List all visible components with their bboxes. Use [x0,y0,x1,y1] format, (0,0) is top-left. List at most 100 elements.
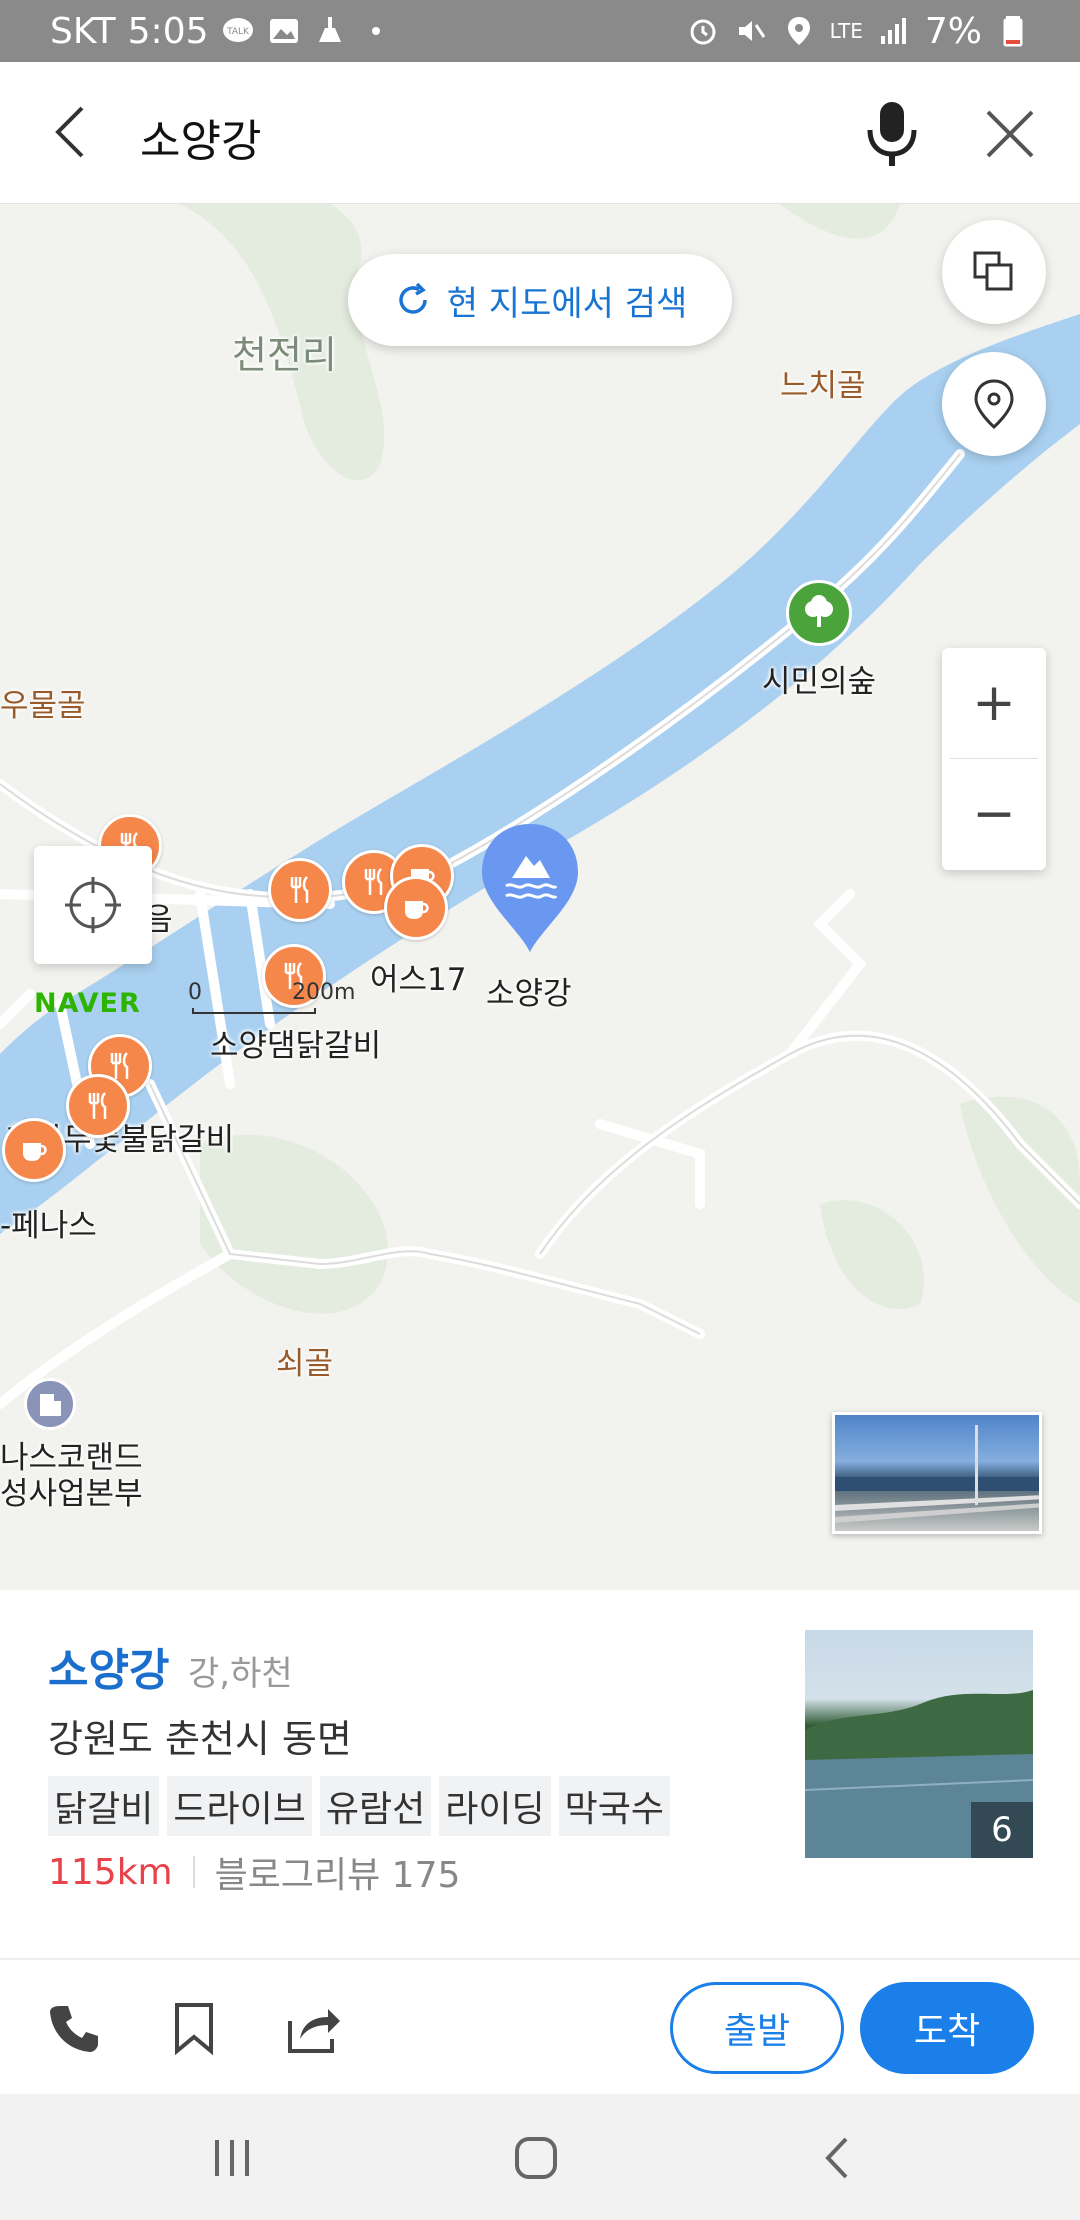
place-info-card[interactable]: 소양강 강,하천 강원도 춘천시 동면 닭갈비 드라이브 유람선 라이딩 막국수… [0,1590,1080,1958]
map-scale: 0 200m [188,980,355,1014]
blog-review-count[interactable]: 블로그리뷰 175 [215,1846,461,1898]
status-left: SKT 5:05 TALK [50,11,393,52]
place-name[interactable]: 소양강 [48,1634,169,1698]
label-earth17[interactable]: 어스17 [370,954,467,999]
battery-icon [996,14,1030,48]
naver-logo: NAVER [34,988,141,1019]
home-icon [515,2137,557,2179]
tag-item[interactable]: 닭갈비 [48,1776,160,1836]
clear-search-button[interactable] [980,104,1040,164]
label-soyanggang[interactable]: 소양강 [486,968,572,1013]
place-meta: 115km 블로그리뷰 175 [48,1846,460,1898]
search-header: 소양강 [0,62,1080,204]
layers-icon [973,251,1013,291]
zoom-controls: + − [942,648,1046,870]
label-soyangdam-dakgalbi[interactable]: 소양댐닭갈비 [210,1020,381,1065]
tag-item[interactable]: 라이딩 [439,1776,551,1836]
back-arrow-icon [55,106,84,158]
voice-search-button[interactable] [860,100,924,170]
save-button[interactable] [164,1998,224,2058]
label-penas[interactable]: -페나스 [0,1200,97,1245]
depart-button[interactable]: 출발 [670,1982,844,2074]
label-simin-forest[interactable]: 시민의숲 [762,656,876,701]
share-icon [288,2009,340,2053]
time-label: 5:05 [127,10,209,52]
signal-icon [877,14,911,48]
zoom-in-button[interactable]: + [942,648,1046,758]
place-distance: 115km [48,1851,173,1893]
status-right: LTE 7% [686,11,1030,52]
bookmark-icon [175,2003,213,2055]
label-neuchigol: 느치골 [780,368,866,404]
system-nav-bar [0,2094,1080,2220]
fork-knife-icon [88,1092,107,1119]
microphone-icon [867,102,917,166]
lte-label: LTE [829,19,863,43]
label-cheonjeonri: 천전리 [232,333,337,377]
zoom-out-button[interactable]: − [942,759,1046,869]
refresh-icon [398,282,427,314]
layers-button[interactable] [942,220,1046,324]
selected-place-pin[interactable] [478,820,582,956]
system-back-button[interactable] [808,2130,868,2186]
cleaner-icon [313,14,347,48]
action-bar: 출발 도착 [0,1958,1080,2094]
river-shape [0,314,1080,1234]
share-button[interactable] [284,1998,344,2058]
my-places-button[interactable] [942,352,1046,456]
crosshair-icon [65,877,121,933]
dot-icon [359,14,393,48]
map-pin-icon [974,379,1014,430]
scale-bar [192,1008,316,1014]
research-area-button[interactable]: 현 지도에서 검색 [348,254,732,346]
photo-count: 6 [971,1802,1033,1858]
tag-item[interactable]: 막국수 [558,1776,670,1836]
meta-divider [192,1856,195,1888]
tag-item[interactable]: 유람선 [319,1776,432,1836]
call-button[interactable] [44,1998,104,2058]
restaurant-marker[interactable] [66,1074,130,1138]
battery-percent: 7% [924,10,982,52]
restaurant-marker[interactable] [268,858,332,922]
lte-icon: LTE [830,21,863,41]
recent-apps-icon [215,2140,249,2176]
street-view-thumbnail[interactable] [832,1412,1042,1534]
arrive-button[interactable]: 도착 [860,1982,1034,2074]
tree-icon [805,595,833,627]
back-chevron-icon [825,2137,848,2179]
mute-icon [734,14,768,48]
tag-item[interactable]: 드라이브 [167,1776,312,1836]
carrier-label: SKT [50,10,116,52]
park-marker[interactable] [786,580,852,646]
recent-apps-button[interactable] [202,2130,262,2186]
label-grand-2[interactable]: 성사업본부 [0,1468,143,1513]
svg-text:TALK: TALK [226,27,250,37]
search-query[interactable]: 소양강 [140,105,261,169]
label-umulgol: 우물골 [0,688,86,724]
map-view[interactable]: 천전리 느치골 우물골 시민의숲 음 어스17 소양강 소양댐닭갈비 참나무숯불… [0,204,1080,1590]
current-location-button[interactable] [34,846,152,964]
back-button[interactable] [40,102,100,162]
close-icon [986,110,1034,158]
cafe-marker[interactable] [384,876,448,940]
alarm-icon [686,14,720,48]
location-icon [782,14,816,48]
phone-icon [50,2006,98,2052]
place-address: 강원도 춘천시 동면 [48,1717,352,1761]
street-view-image [835,1425,1039,1523]
place-category: 강,하천 [188,1654,293,1694]
home-button[interactable] [506,2130,566,2186]
place-photo[interactable]: 6 [805,1630,1033,1858]
coffee-cup-icon [23,1143,47,1161]
fork-knife-icon [290,876,309,903]
scale-max-label: 200m [292,980,356,1005]
coffee-cup-icon [405,901,429,919]
status-bar: SKT 5:05 TALK LTE 7% [0,0,1080,62]
gallery-icon [267,14,301,48]
building-icon [40,1394,61,1416]
research-area-label: 현 지도에서 검색 [446,283,688,324]
kakaotalk-icon: TALK [221,14,255,48]
building-marker[interactable] [24,1378,76,1430]
cafe-marker[interactable] [2,1118,66,1182]
scale-min-label: 0 [188,980,202,1005]
